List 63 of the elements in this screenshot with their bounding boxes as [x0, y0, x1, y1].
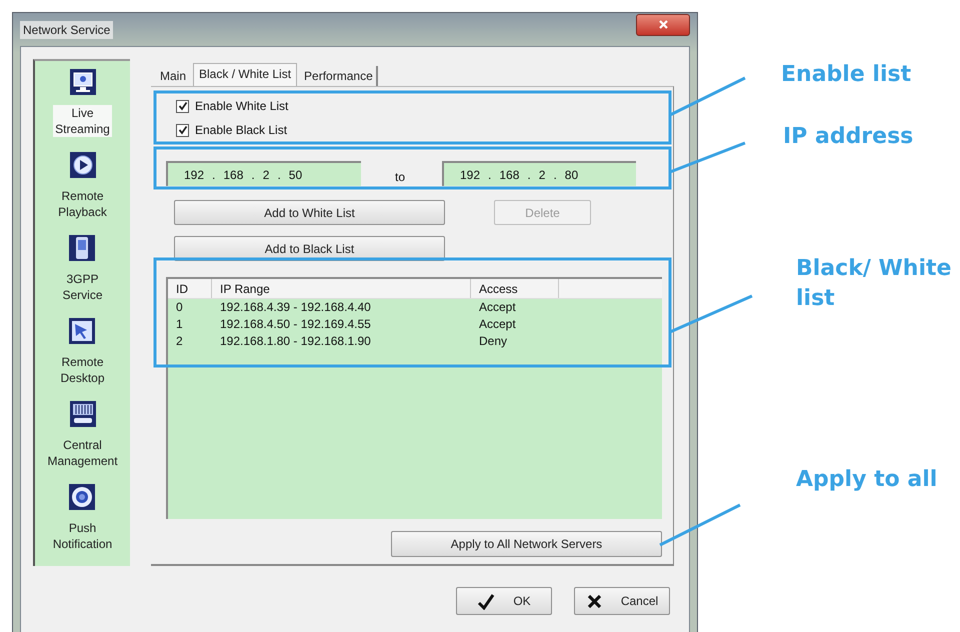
octet-separator: .	[212, 168, 216, 182]
sidebar-item[interactable]: Live Streaming	[53, 105, 112, 137]
check-icon	[178, 101, 188, 111]
monitor-icon	[68, 68, 96, 96]
column-header[interactable]: Access	[471, 279, 559, 298]
checkbox-label: Enable Black List	[195, 123, 288, 137]
tab[interactable]: Performance	[301, 66, 378, 86]
sidebar-item[interactable]: Push Notification	[50, 520, 114, 552]
annotation-label: Apply to all	[796, 466, 938, 494]
ip-octet: 50	[288, 168, 302, 182]
check-icon	[178, 125, 188, 135]
ip-octet: 2	[262, 168, 270, 182]
cursor-icon	[68, 317, 96, 345]
checkbox[interactable]	[176, 100, 189, 112]
checkbox-label: Enable White List	[195, 99, 288, 113]
ip-octet: 2	[538, 168, 546, 182]
window-title: Network Service	[20, 20, 114, 38]
range-separator-label: to	[395, 168, 406, 184]
table-cell-text: Accept	[478, 316, 517, 333]
apply-all-button[interactable]: Apply to All Network Servers	[391, 531, 662, 557]
dialog-button[interactable]: OK	[456, 587, 552, 615]
table-cell-text: 2	[175, 333, 184, 350]
sidebar-item[interactable]: Central Management	[45, 437, 120, 469]
ip-octet: 168	[499, 168, 520, 182]
table-cell-text: Deny	[478, 333, 508, 350]
sidebar-item[interactable]: Remote Desktop	[58, 354, 106, 386]
table-cell-text: 0	[175, 299, 184, 316]
tab[interactable]: Black / White List	[193, 63, 298, 86]
tab[interactable]: Main	[157, 66, 190, 86]
ip-address-field[interactable]: 192 . 168 . 2 . 80	[442, 161, 636, 186]
annotation-label: IP address	[783, 123, 914, 151]
control-panel-icon	[68, 400, 96, 428]
sidebar-item[interactable]: 3GPP Service	[60, 271, 104, 303]
play-icon	[68, 151, 96, 179]
ip-octet: 80	[564, 168, 578, 182]
checkbox[interactable]	[176, 124, 189, 136]
table-cell-text: Accept	[478, 299, 517, 316]
annotation-label: Black/ White list	[796, 255, 952, 313]
phone-icon	[68, 234, 96, 262]
column-header[interactable]: IP Range	[212, 279, 471, 298]
table-cell-text: 192.168.4.50 - 192.169.4.55	[219, 316, 372, 333]
dialog-button[interactable]: Cancel	[574, 587, 670, 615]
ip-address-field[interactable]: 192 . 168 . 2 . 50	[166, 161, 361, 186]
close-button[interactable]	[636, 14, 690, 36]
ip-octet: 192	[460, 168, 480, 182]
octet-separator: .	[251, 168, 255, 182]
ip-octet: 168	[223, 168, 244, 182]
annotation-label: Enable list	[781, 61, 912, 89]
table-cell-text: 192.168.1.80 - 192.168.1.90	[219, 333, 372, 350]
sidebar-item[interactable]: Remote Playback	[56, 188, 109, 220]
column-header[interactable]: ID	[168, 279, 212, 298]
ip-octet: 192	[184, 168, 204, 182]
octet-separator: .	[277, 168, 281, 182]
octet-separator: .	[527, 168, 531, 182]
close-icon	[658, 19, 668, 30]
table-cell-text: 192.168.4.39 - 192.168.4.40	[219, 299, 372, 316]
octet-separator: .	[553, 168, 557, 182]
checkmark-icon	[477, 592, 496, 610]
list-action-button[interactable]: Add to White List	[174, 200, 445, 225]
target-icon	[68, 483, 96, 511]
octet-separator: .	[488, 168, 492, 182]
table-cell-text: 1	[175, 316, 184, 333]
cross-icon	[586, 592, 603, 610]
